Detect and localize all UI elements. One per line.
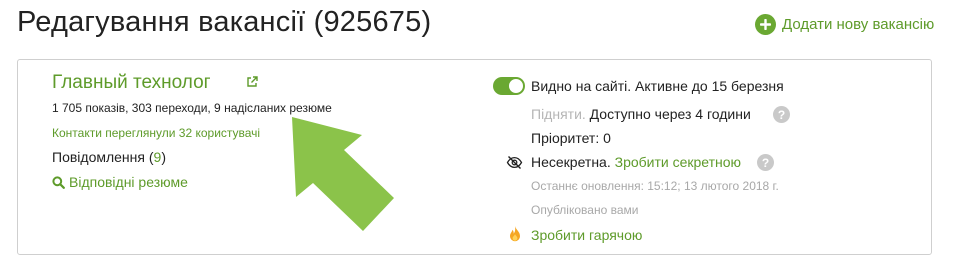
plus-circle-icon <box>755 13 776 35</box>
add-vacancy-link[interactable]: Додати нову вакансію <box>755 12 934 36</box>
page-title: Редагування вакансії (925675) <box>17 6 432 38</box>
secret-line: Несекретна. Зробити секретною <box>531 154 741 170</box>
messages-label: Повідомлення ( <box>52 149 154 165</box>
add-vacancy-label: Додати нову вакансію <box>782 15 935 33</box>
vacancy-stats: 1 705 показів, 303 переходи, 9 надіслани… <box>52 101 332 115</box>
raise-availability: Доступно через 4 години <box>585 106 751 122</box>
messages-line: Повідомлення (9) <box>52 149 166 165</box>
external-link-icon[interactable] <box>246 75 258 93</box>
help-icon[interactable]: ? <box>773 106 790 123</box>
search-icon <box>52 175 65 189</box>
messages-close: ) <box>161 149 166 165</box>
matching-resumes-link[interactable]: Відповідні резюме <box>52 174 188 190</box>
last-updated: Останнє оновлення: 15:12; 13 лютого 2018… <box>531 179 779 193</box>
matching-resumes-label: Відповідні резюме <box>69 174 188 190</box>
raise-line: Підняти. Доступно через 4 години <box>531 106 751 122</box>
eye-off-icon <box>506 154 523 176</box>
published-by: Опубліковано вами <box>531 203 639 217</box>
contacts-viewed-link[interactable]: Контакти переглянули 32 користувачі <box>52 126 260 140</box>
fire-icon <box>508 225 522 248</box>
visibility-status: Видно на сайті. Активне до 15 березня <box>531 78 784 94</box>
make-hot-link[interactable]: Зробити гарячою <box>531 227 642 243</box>
vacancy-title-link[interactable]: Главный технолог <box>52 72 211 94</box>
priority-status: Пріоритет: 0 <box>531 130 611 146</box>
visibility-toggle[interactable] <box>493 77 525 95</box>
toggle-knob <box>508 78 524 94</box>
make-secret-link[interactable]: Зробити секретною <box>611 154 741 170</box>
raise-link[interactable]: Підняти. <box>531 106 586 122</box>
secret-status: Несекретна. <box>531 154 611 170</box>
help-icon[interactable]: ? <box>757 154 774 171</box>
